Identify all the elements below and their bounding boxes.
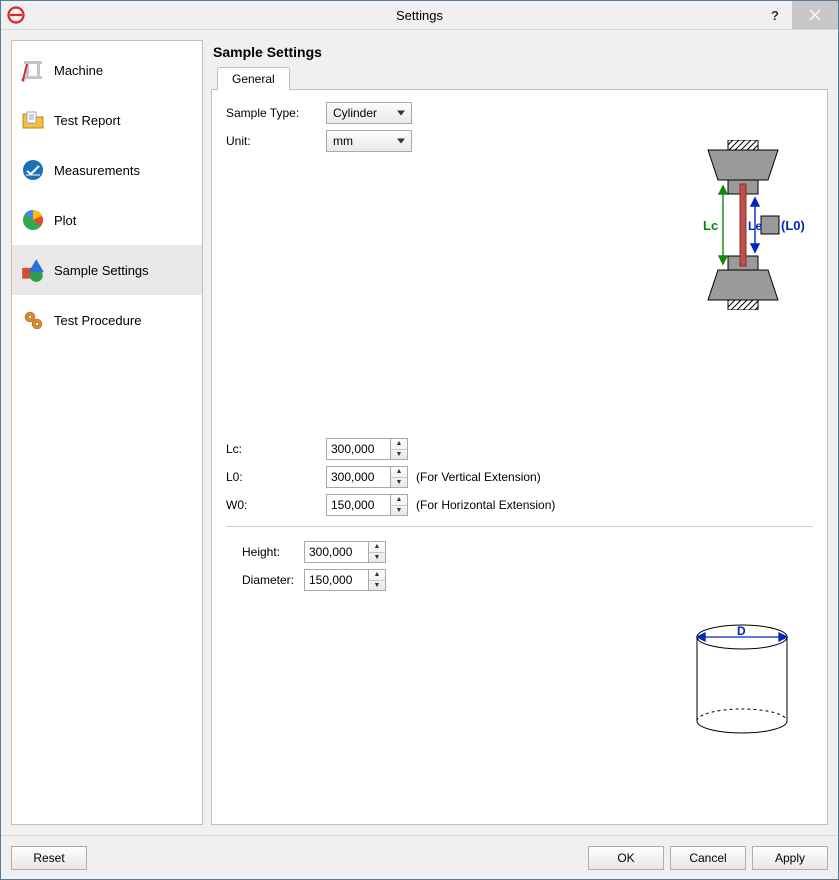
lc-label: Lc: (226, 442, 326, 456)
tabbar: General (211, 66, 828, 89)
diameter-spinner[interactable]: ▲▼ (304, 569, 386, 591)
unit-label: Unit: (226, 134, 326, 148)
sidebar-item-test-report[interactable]: Test Report (12, 95, 202, 145)
lc-input[interactable] (326, 438, 390, 460)
sidebar-item-label: Measurements (54, 163, 140, 178)
close-button[interactable] (792, 1, 838, 29)
sidebar-item-test-procedure[interactable]: Test Procedure (12, 295, 202, 345)
height-input[interactable] (304, 541, 368, 563)
divider (226, 526, 813, 527)
sidebar-item-plot[interactable]: Plot (12, 195, 202, 245)
tab-general[interactable]: General (217, 67, 290, 90)
sidebar-item-label: Test Procedure (54, 313, 141, 328)
sidebar-item-measurements[interactable]: Measurements (12, 145, 202, 195)
l0-label: L0: (226, 470, 326, 484)
cancel-button[interactable]: Cancel (670, 846, 746, 870)
sample-type-combo[interactable]: Cylinder (326, 102, 412, 124)
titlebar: Settings ? (1, 1, 838, 30)
w0-input[interactable] (326, 494, 390, 516)
w0-hint: (For Horizontal Extension) (416, 498, 555, 512)
l0-hint: (For Vertical Extension) (416, 470, 541, 484)
lc-diagram-label: Lc (703, 218, 718, 233)
sidebar-item-sample-settings[interactable]: Sample Settings (12, 245, 202, 295)
folder-icon (20, 107, 46, 133)
d-diagram-label: D (737, 624, 746, 638)
diameter-input[interactable] (304, 569, 368, 591)
plot-icon (20, 207, 46, 233)
reset-button[interactable]: Reset (11, 846, 87, 870)
dialog-body: Machine Test Report (1, 30, 838, 835)
window-title: Settings (1, 8, 838, 23)
w0-spinner[interactable]: ▲▼ (326, 494, 408, 516)
machine-icon (20, 57, 46, 83)
panel-title: Sample Settings (211, 40, 828, 66)
height-spin-buttons[interactable]: ▲▼ (368, 541, 386, 563)
gear-icon (20, 307, 46, 333)
sidebar-item-label: Plot (54, 213, 76, 228)
measurements-icon (20, 157, 46, 183)
sample-settings-icon (20, 257, 46, 283)
sidebar-item-machine[interactable]: Machine (12, 45, 202, 95)
main-panel: Sample Settings General Sample Type: Cyl… (211, 40, 828, 825)
ok-button[interactable]: OK (588, 846, 664, 870)
diameter-spin-buttons[interactable]: ▲▼ (368, 569, 386, 591)
cylinder-diagram: D (687, 621, 797, 744)
tensile-specimen-diagram: Lc Le (L0) (673, 140, 813, 313)
lc-spin-buttons[interactable]: ▲▼ (390, 438, 408, 460)
sidebar-item-label: Machine (54, 63, 103, 78)
sample-type-value: Cylinder (333, 106, 377, 120)
unit-value: mm (333, 134, 353, 148)
w0-label: W0: (226, 498, 326, 512)
lc-spinner[interactable]: ▲▼ (326, 438, 408, 460)
tab-pane: Sample Type: Cylinder Unit: mm Lc: (211, 89, 828, 825)
sidebar-item-label: Test Report (54, 113, 120, 128)
w0-spin-buttons[interactable]: ▲▼ (390, 494, 408, 516)
app-logo-icon (7, 6, 25, 24)
height-label: Height: (242, 545, 304, 559)
diameter-label: Diameter: (242, 573, 304, 587)
dialog-footer: Reset OK Cancel Apply (1, 835, 838, 879)
sidebar: Machine Test Report (11, 40, 203, 825)
apply-button[interactable]: Apply (752, 846, 828, 870)
sample-type-label: Sample Type: (226, 106, 326, 120)
l0-spin-buttons[interactable]: ▲▼ (390, 466, 408, 488)
l0-spinner[interactable]: ▲▼ (326, 466, 408, 488)
settings-window: Settings ? (0, 0, 839, 880)
l0-diagram-label: (L0) (781, 218, 805, 233)
height-spinner[interactable]: ▲▼ (304, 541, 386, 563)
sidebar-item-label: Sample Settings (54, 263, 149, 278)
l0-input[interactable] (326, 466, 390, 488)
unit-combo[interactable]: mm (326, 130, 412, 152)
help-button[interactable]: ? (758, 1, 792, 29)
le-diagram-label: Le (748, 219, 762, 233)
